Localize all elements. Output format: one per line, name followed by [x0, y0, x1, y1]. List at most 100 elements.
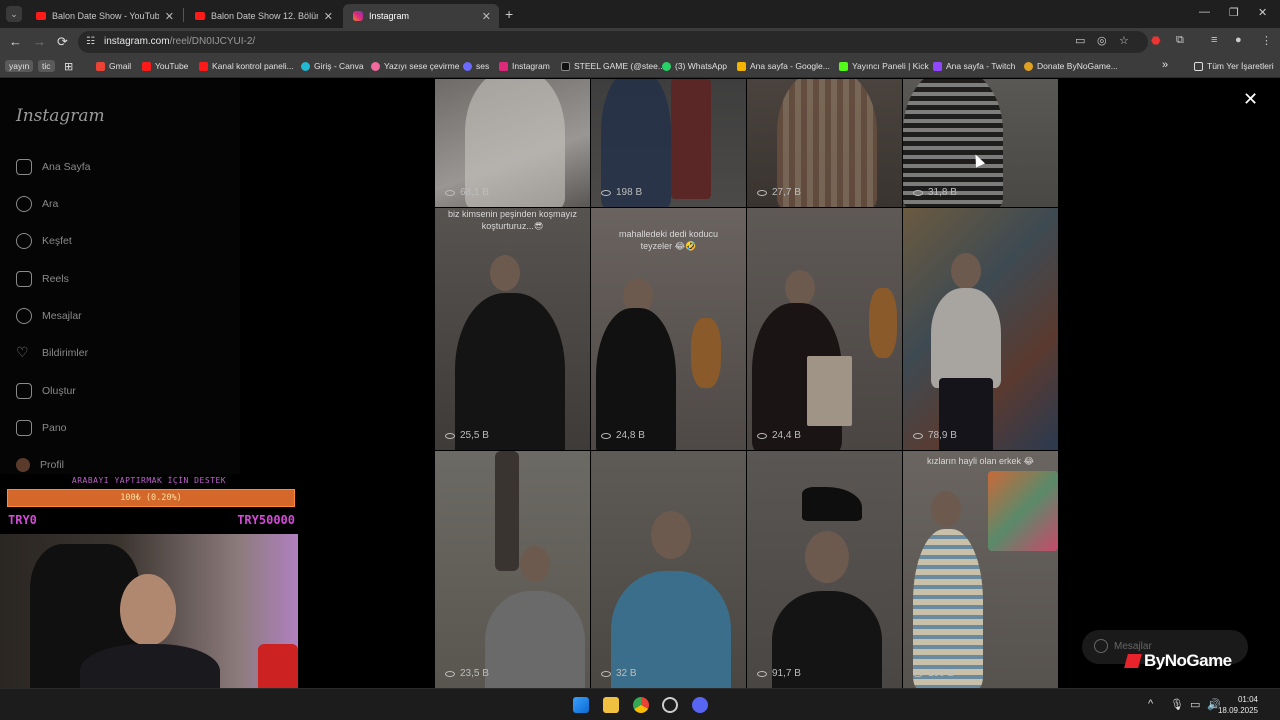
streamer-face — [120, 574, 176, 646]
youtube-icon — [199, 61, 208, 71]
nav-search[interactable]: Ara — [16, 196, 58, 212]
bookmark-canva[interactable]: Giriş - Canva — [301, 61, 364, 71]
bookmark-ses[interactable]: ses — [463, 61, 489, 71]
messenger-icon — [16, 308, 32, 324]
bookmark-kanal[interactable]: Kanal kontrol paneli... — [199, 61, 294, 71]
youtube-icon — [142, 61, 151, 71]
bookmark-star-icon[interactable]: ☆ — [1119, 34, 1129, 47]
bookmark-tic[interactable]: tic — [38, 60, 55, 72]
reel-tile[interactable]: kızların hayli olan erkek 😂 160 B — [903, 451, 1058, 688]
reel-tile[interactable]: 91,7 B — [747, 451, 902, 688]
reel-thumbnail — [495, 451, 519, 571]
site-info-icon[interactable]: ☷ — [86, 36, 98, 48]
tab-close-icon[interactable]: ✕ — [165, 10, 174, 23]
new-tab-button[interactable]: + — [505, 6, 513, 22]
apps-grid-icon[interactable]: ⊞ — [64, 60, 73, 73]
restore-button[interactable]: ❐ — [1229, 6, 1239, 19]
reel-tile[interactable]: 198 B — [591, 79, 746, 207]
extensions-icon[interactable]: ⧉ — [1176, 34, 1184, 47]
eye-off-icon[interactable]: ◎ — [1097, 34, 1107, 47]
nav-notifications[interactable]: ♡ Bildirimler — [16, 345, 88, 361]
reel-tile[interactable]: 68,1 B — [435, 79, 590, 207]
home-icon — [16, 159, 32, 175]
eye-icon — [913, 670, 923, 677]
discord-icon[interactable] — [692, 697, 708, 713]
reel-thumbnail — [805, 531, 849, 583]
media-icon[interactable]: ≡ — [1211, 34, 1217, 46]
reel-thumbnail — [596, 308, 676, 450]
eye-icon — [445, 189, 455, 196]
bookmark-instagram[interactable]: Instagram — [499, 61, 550, 71]
youtube-icon — [195, 12, 205, 20]
close-modal-button[interactable]: ✕ — [1243, 89, 1258, 110]
reel-tile[interactable]: 32 B — [591, 451, 746, 688]
adblock-icon[interactable]: ⬣ — [1151, 34, 1161, 47]
window-close-button[interactable]: ✕ — [1258, 6, 1267, 19]
menu-icon[interactable]: ⋮ — [1261, 34, 1272, 47]
reel-tile[interactable]: 27,7 B — [747, 79, 902, 207]
reel-tile[interactable]: mahalledeki dedi koducu teyzeler 😂🤣 24,8… — [591, 208, 746, 450]
reel-thumbnail — [651, 511, 691, 559]
tts-icon — [371, 61, 380, 71]
instagram-page: Instagram Ana Sayfa Ara Keşfet Reels Mes… — [0, 79, 1280, 688]
url-text[interactable]: instagram.com/reel/DN0IJCYUI-2/ — [104, 36, 255, 47]
bookmark-kick[interactable]: Yayıncı Paneli | Kick — [839, 61, 929, 71]
speaker-thumbnail — [258, 644, 298, 688]
nav-messages[interactable]: Mesajlar — [16, 308, 82, 324]
reel-tile[interactable]: 78,9 B — [903, 208, 1058, 450]
file-explorer-icon[interactable] — [603, 697, 619, 713]
back-button[interactable]: ← — [9, 34, 22, 49]
more-bookmarks-button[interactable]: » — [1162, 59, 1168, 71]
nav-create[interactable]: Oluştur — [16, 383, 76, 399]
chrome-icon[interactable] — [633, 697, 649, 713]
nav-explore[interactable]: Keşfet — [16, 233, 72, 249]
tab-youtube-2[interactable]: Balon Date Show 12. Bölüm - Yo ✕ — [185, 4, 341, 28]
tab-search-icon[interactable]: ⌄ — [6, 6, 22, 22]
drive-icon — [737, 61, 746, 71]
tab-close-icon[interactable]: ✕ — [482, 10, 491, 23]
nav-home[interactable]: Ana Sayfa — [16, 159, 90, 175]
view-count: 24,4 B — [757, 430, 801, 441]
nav-dashboard[interactable]: Pano — [16, 420, 67, 436]
all-bookmarks[interactable]: Tüm Yer İşaretleri — [1194, 61, 1274, 71]
cast-icon[interactable]: ▭ — [1075, 34, 1085, 47]
reel-tile[interactable]: biz kimsenin peşinden koşmayız koşturtur… — [435, 208, 590, 450]
reel-thumbnail — [490, 255, 520, 291]
compass-icon — [16, 233, 32, 249]
bookmark-yayin[interactable]: yayın — [5, 60, 34, 72]
bookmark-whatsapp[interactable]: (3) WhatsApp — [662, 61, 727, 71]
view-count: 23,5 B — [445, 668, 489, 679]
eye-icon — [445, 432, 455, 439]
reel-tile[interactable]: 24,4 B — [747, 208, 902, 450]
start-icon[interactable] — [573, 697, 589, 713]
profile-avatar-icon[interactable]: ● — [1235, 34, 1242, 46]
nav-reels[interactable]: Reels — [16, 271, 69, 287]
bookmark-gmail[interactable]: Gmail — [96, 61, 131, 71]
nav-profile[interactable]: Profil — [16, 458, 64, 472]
bookmark-bynogame[interactable]: Donate ByNoGame... — [1024, 61, 1118, 71]
minimize-button[interactable]: — — [1199, 6, 1210, 18]
reel-tile[interactable]: 31,8 B — [903, 79, 1058, 207]
instagram-logo[interactable]: Instagram — [16, 106, 105, 126]
address-bar[interactable]: ☷ instagram.com/reel/DN0IJCYUI-2/ — [78, 31, 1148, 53]
system-clock[interactable]: 01:04 18.09.2025 — [1218, 694, 1258, 716]
bookmark-youtube[interactable]: YouTube — [142, 61, 188, 71]
reel-tile[interactable]: 23,5 B — [435, 451, 590, 688]
microphone-icon[interactable]: 🎙 — [1170, 698, 1184, 711]
tray-overflow-icon[interactable]: ^ — [1148, 698, 1153, 710]
tab-close-icon[interactable]: ✕ — [324, 10, 333, 23]
network-icon[interactable]: ▭ — [1190, 698, 1200, 711]
obs-icon[interactable] — [662, 697, 678, 713]
forward-button[interactable]: → — [33, 34, 46, 49]
reel-thumbnail — [931, 491, 961, 527]
reload-button[interactable]: ⟳ — [57, 34, 68, 50]
tab-instagram[interactable]: Instagram ✕ — [343, 4, 499, 28]
tab-youtube-1[interactable]: Balon Date Show - YouTube ✕ — [26, 4, 182, 28]
view-count: 91,7 B — [757, 668, 801, 679]
tiktok-icon — [561, 61, 570, 71]
bookmark-tiktok[interactable]: STEEL GAME (@stee... — [561, 61, 665, 71]
bookmark-twitch[interactable]: Ana sayfa - Twitch — [933, 61, 1015, 71]
tab-title: Instagram — [369, 11, 410, 21]
bookmark-google-drive[interactable]: Ana sayfa - Google... — [737, 61, 830, 71]
bookmark-tts[interactable]: Yazıyı sese çevirme — [371, 61, 459, 71]
